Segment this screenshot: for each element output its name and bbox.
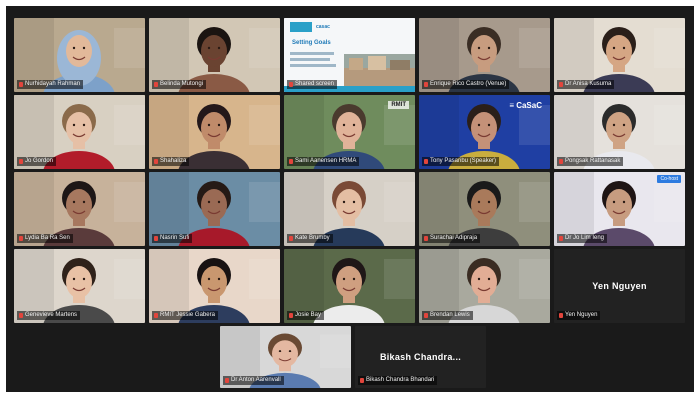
participant-nameplate: Brendan Lewis <box>422 311 473 320</box>
participant-tile-no-video[interactable]: Bikash Chandra... Bikash Chandra Bhandar… <box>355 326 486 388</box>
muted-mic-icon <box>559 159 563 164</box>
muted-mic-icon <box>289 313 293 318</box>
participant-nameplate: Shahaliza <box>152 157 190 166</box>
participant-tile[interactable]: Josie Bay <box>284 249 415 323</box>
participant-nameplate: Lydia Ba Ra Sen <box>17 234 73 243</box>
muted-mic-icon <box>19 82 23 87</box>
participant-name: Belinda Mutongi <box>160 81 204 87</box>
participant-name: Nasrin Sufi <box>160 235 190 241</box>
participant-name: RMIT Jessie Gabera <box>160 312 215 318</box>
participant-nameplate: Josie Bay <box>287 311 325 320</box>
participant-tile[interactable]: Lydia Ba Ra Sen <box>14 172 145 246</box>
muted-mic-icon <box>559 236 563 241</box>
video-gallery: Nurhidayah Rahman Belinda Mutongi casac … <box>6 6 694 392</box>
participant-tile[interactable]: Brendan Lewis <box>419 249 550 323</box>
participant-nameplate: Enrique Rico Castro (Venue) <box>422 80 510 89</box>
participant-nameplate: Tony Pasaribu (Speaker) <box>422 157 500 166</box>
participant-nameplate: Bikash Chandra Bhandari <box>358 376 438 385</box>
participant-nameplate: Dr Anton Aarenvall <box>223 376 284 385</box>
muted-mic-icon <box>19 159 23 164</box>
participant-tile[interactable]: RMIT Sami Aanensen HRMA <box>284 95 415 169</box>
participant-tile[interactable]: Genevieve Martens <box>14 249 145 323</box>
muted-mic-icon <box>424 82 428 87</box>
participant-nameplate: Belinda Mutongi <box>152 80 207 89</box>
participant-nameplate: Dr Jo Lim Ieng <box>557 234 608 243</box>
participant-name: Sami Aanensen HRMA <box>295 158 357 164</box>
participant-nameplate: RMIT Jessie Gabera <box>152 311 218 320</box>
muted-mic-icon <box>154 236 158 241</box>
participant-nameplate: Pongsak Rattanasak <box>557 157 624 166</box>
participant-tile[interactable]: RMIT Jessie Gabera <box>149 249 280 323</box>
muted-mic-icon <box>154 313 158 318</box>
muted-mic-icon <box>225 378 229 383</box>
participant-tile[interactable]: Pongsak Rattanasak <box>554 95 685 169</box>
participant-name: Surachai Adipraja <box>430 235 478 241</box>
participant-name: Kate Brumby <box>295 235 330 241</box>
participant-tile[interactable]: Shahaliza <box>149 95 280 169</box>
casac-logo-icon <box>290 22 312 32</box>
muted-mic-icon <box>154 82 158 87</box>
participant-display-name: Bikash Chandra... <box>379 352 462 362</box>
participant-name: Genevieve Martens <box>25 312 78 318</box>
muted-mic-icon <box>289 236 293 241</box>
muted-mic-icon <box>154 159 158 164</box>
participant-name: Pongsak Rattanasak <box>565 158 621 164</box>
participant-name: Enrique Rico Castro (Venue) <box>430 81 507 87</box>
participant-nameplate: Dr Anisa Kusuma <box>557 80 615 89</box>
participant-name: Shared screen <box>295 81 335 87</box>
participant-tile[interactable]: Enrique Rico Castro (Venue) <box>419 18 550 92</box>
muted-mic-icon <box>559 82 563 87</box>
participant-tile[interactable]: Nasrin Sufi <box>149 172 280 246</box>
participant-name: Nurhidayah Rahman <box>25 81 81 87</box>
participant-tile-no-video[interactable]: Yen Nguyen Yen Nguyen <box>554 249 685 323</box>
muted-mic-icon <box>289 159 293 164</box>
virtual-background-logo: RMIT <box>388 101 409 109</box>
participant-tile[interactable]: Jo Gordon <box>14 95 145 169</box>
muted-mic-icon <box>360 378 364 383</box>
participant-name: Jo Gordon <box>25 158 54 164</box>
participant-tile[interactable]: Kate Brumby <box>284 172 415 246</box>
participant-tile[interactable]: Dr Anisa Kusuma <box>554 18 685 92</box>
participant-name: Bikash Chandra Bhandari <box>366 377 435 383</box>
virtual-background-banner: ≡ CaSaC <box>509 101 542 110</box>
participant-tile[interactable]: ≡ CaSaC Tony Pasaribu (Speaker) <box>419 95 550 169</box>
muted-mic-icon <box>19 236 23 241</box>
participant-name: Dr Anton Aarenvall <box>231 377 281 383</box>
participant-tile[interactable]: Dr Anton Aarenvall <box>220 326 351 388</box>
muted-mic-icon <box>424 313 428 318</box>
role-badge: Co-host <box>657 175 681 183</box>
muted-mic-icon <box>289 82 293 87</box>
participant-nameplate: Nurhidayah Rahman <box>17 80 84 89</box>
participant-nameplate: Surachai Adipraja <box>422 234 481 243</box>
participant-nameplate: Yen Nguyen <box>557 311 601 320</box>
shared-screen-tile[interactable]: casac Setting Goals Shared screen <box>284 18 415 92</box>
participant-tile[interactable]: Nurhidayah Rahman <box>14 18 145 92</box>
participant-name: Lydia Ba Ra Sen <box>25 235 70 241</box>
participant-nameplate: Shared screen <box>287 80 338 89</box>
participant-name: Tony Pasaribu (Speaker) <box>430 158 497 164</box>
slide-logo-text: casac <box>316 24 330 30</box>
participant-nameplate: Nasrin Sufi <box>152 234 193 243</box>
muted-mic-icon <box>424 236 428 241</box>
participant-name: Dr Jo Lim Ieng <box>565 235 605 241</box>
slide-title: Setting Goals <box>292 40 331 46</box>
participant-display-name: Yen Nguyen <box>592 281 647 291</box>
participant-nameplate: Sami Aanensen HRMA <box>287 157 360 166</box>
participant-nameplate: Genevieve Martens <box>17 311 81 320</box>
muted-mic-icon <box>424 159 428 164</box>
participant-tile[interactable]: Co-host Dr Jo Lim Ieng <box>554 172 685 246</box>
participant-tile[interactable]: Belinda Mutongi <box>149 18 280 92</box>
muted-mic-icon <box>19 313 23 318</box>
participant-name: Dr Anisa Kusuma <box>565 81 612 87</box>
participant-nameplate: Jo Gordon <box>17 157 57 166</box>
muted-mic-icon <box>559 313 563 318</box>
participant-name: Josie Bay <box>295 312 322 318</box>
participant-nameplate: Kate Brumby <box>287 234 333 243</box>
participant-name: Shahaliza <box>160 158 187 164</box>
participant-name: Yen Nguyen <box>565 312 598 318</box>
participant-name: Brendan Lewis <box>430 312 470 318</box>
participant-tile[interactable]: Surachai Adipraja <box>419 172 550 246</box>
